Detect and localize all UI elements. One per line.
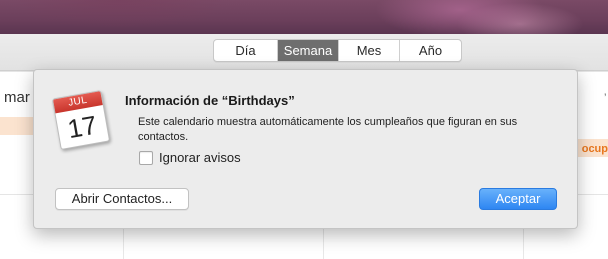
- calendar-info-popover: JUL 17 Información de “Birthdays” Este c…: [33, 69, 578, 229]
- view-week-button[interactable]: Semana: [278, 40, 339, 61]
- ignore-alerts-checkbox[interactable]: [139, 150, 153, 165]
- desktop-wallpaper: [0, 0, 608, 34]
- open-contacts-button[interactable]: Abrir Contactos...: [55, 188, 189, 210]
- view-month-button[interactable]: Mes: [339, 40, 400, 61]
- toolbar: Día Semana Mes Año: [0, 34, 608, 71]
- calendar-icon: JUL 17: [51, 90, 111, 150]
- busy-event-block[interactable]: [0, 117, 34, 135]
- view-year-button[interactable]: Año: [400, 40, 461, 61]
- day-column-label: mar: [4, 89, 30, 106]
- popover-description: Este calendario muestra automáticamente …: [138, 116, 518, 143]
- busy-event-label: : ocup: [575, 143, 608, 155]
- grid-tick: ’: [604, 92, 607, 104]
- view-segmented-control: Día Semana Mes Año: [213, 39, 462, 62]
- accept-button[interactable]: Aceptar: [479, 188, 557, 210]
- busy-event-block[interactable]: : ocup: [574, 139, 608, 157]
- ignore-alerts-label[interactable]: Ignorar avisos: [159, 150, 241, 165]
- popover-title: Información de “Birthdays”: [125, 93, 295, 108]
- calendar-icon-day: 17: [65, 109, 100, 145]
- ignore-alerts-checkbox-row[interactable]: Ignorar avisos: [139, 150, 241, 165]
- view-day-button[interactable]: Día: [214, 40, 278, 61]
